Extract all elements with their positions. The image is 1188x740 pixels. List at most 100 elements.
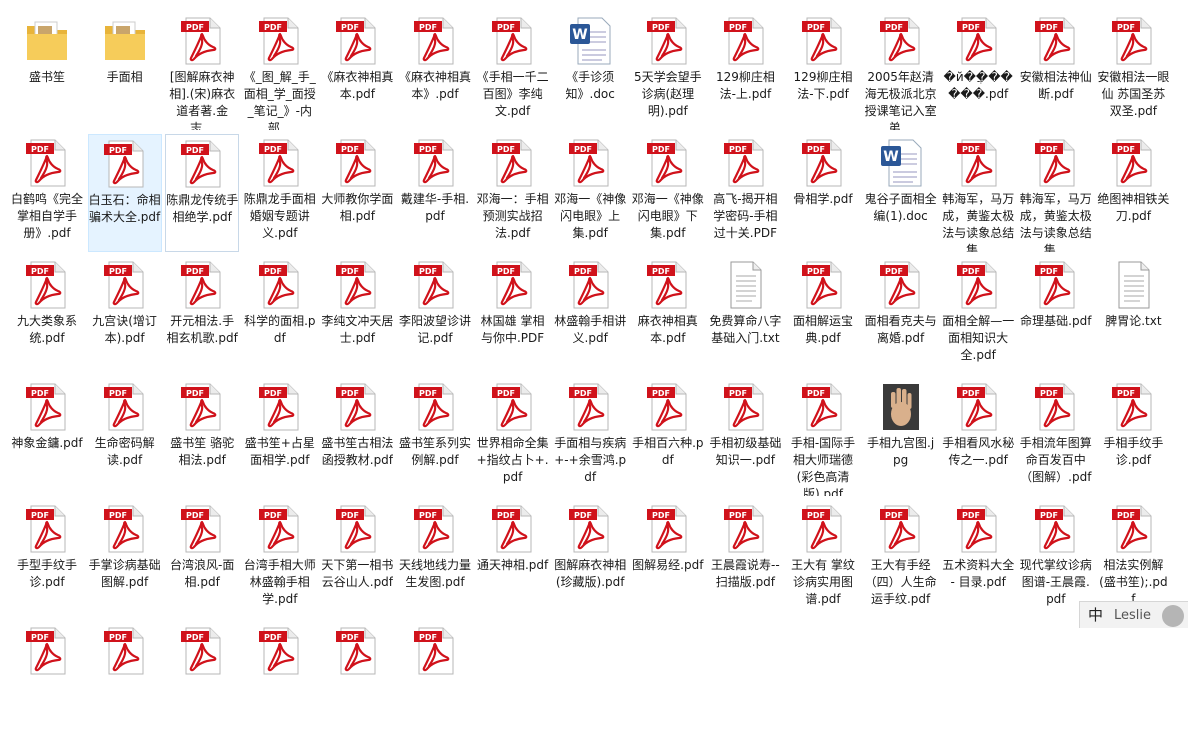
file-item[interactable]: PDF (320, 622, 394, 740)
file-item[interactable]: PDF 邓海一《神像闪电眼》下集.pdf (631, 134, 705, 252)
avatar[interactable] (1162, 605, 1184, 627)
file-item[interactable]: PDF 麻衣神相真本.pdf (631, 256, 705, 374)
file-item[interactable]: PDF (165, 622, 239, 740)
pdf-icon: PDF (258, 138, 302, 188)
file-item[interactable]: PDF 王大有手经（四）人生命运手纹.pdf (864, 500, 938, 618)
file-item[interactable]: 盛书笙 (10, 12, 84, 130)
file-item[interactable]: PDF 盛书笙古相法函授教材.pdf (320, 378, 394, 496)
file-item[interactable]: PDF 韩海军，马万成，黄鉴太极法与读象总结集… (1019, 134, 1093, 252)
file-item[interactable]: PDF 开元相法.手相玄机歌.pdf (165, 256, 239, 374)
file-item[interactable]: W 鬼谷子面相全编(1).doc (864, 134, 938, 252)
file-item[interactable]: PDF 世界相命全集+指纹占卜+.pdf (476, 378, 550, 496)
file-item[interactable]: PDF (398, 622, 472, 740)
file-item[interactable]: PDF 五术资料大全 - 目录.pdf (941, 500, 1015, 618)
file-item[interactable]: PDF 盛书笙+占星面相学.pdf (243, 378, 317, 496)
file-item[interactable]: PDF 韩海军，马万成，黄鉴太极法与读象总结集… (941, 134, 1015, 252)
file-item[interactable]: PDF 台湾手相大师林盛翰手相学.pdf (243, 500, 317, 618)
svg-text:PDF: PDF (807, 145, 825, 154)
file-item[interactable]: PDF 九大类象系统.pdf (10, 256, 84, 374)
pdf-icon: PDF (956, 138, 1000, 188)
file-item[interactable]: PDF 命理基础.pdf (1019, 256, 1093, 374)
file-item[interactable]: PDF 天线地线力量生发图.pdf (398, 500, 472, 618)
hand-image-icon (879, 382, 923, 432)
file-item[interactable]: PDF 手型手纹手诊.pdf (10, 500, 84, 618)
file-item[interactable]: PDF 高飞-揭开相学密码-手相过十关.PDF (708, 134, 782, 252)
file-name-label: 手相百六种.pdf (632, 436, 704, 467)
file-item[interactable]: PDF 王晨霞说寿--扫描版.pdf (708, 500, 782, 618)
file-item[interactable]: PDF 安徽相法一眼仙 苏国圣苏双圣.pdf (1096, 12, 1170, 130)
file-item[interactable]: 免费算命八字基础入门.txt (708, 256, 782, 374)
pdf-icon: PDF (1111, 382, 1155, 432)
file-item[interactable]: PDF 手相看风水秘传之一.pdf (941, 378, 1015, 496)
pdf-icon-svg: PDF (336, 261, 376, 309)
file-item[interactable]: PDF 手面相与疾病+-+余雪鸿.pdf (553, 378, 627, 496)
file-item[interactable]: PDF �й�ֲ������.pdf (941, 12, 1015, 130)
svg-text:PDF: PDF (962, 23, 980, 32)
file-item[interactable]: PDF [图解麻衣神相].(宋)麻衣道者著.金志… (165, 12, 239, 130)
file-item[interactable]: PDF 天下第一相书 云谷山人.pdf (320, 500, 394, 618)
file-name-label: 白玉石：命相骗术大全.pdf (88, 193, 161, 224)
file-item[interactable]: PDF 科学的面相.pdf (243, 256, 317, 374)
file-item[interactable]: PDF 手相百六种.pdf (631, 378, 705, 496)
file-item[interactable]: PDF 绝图神相铁关刀.pdf (1096, 134, 1170, 252)
ime-indicator[interactable]: 中 (1088, 604, 1103, 625)
file-item[interactable]: PDF 李纯文冲天居士.pdf (320, 256, 394, 374)
file-item[interactable]: PDF 陈鼎龙传统手相绝学.pdf (165, 134, 240, 252)
file-name-label: 陈鼎龙传统手相绝学.pdf (166, 193, 239, 224)
pdf-icon-svg: PDF (414, 627, 454, 675)
file-item[interactable]: PDF 面相全解—一面相知识大全.pdf (941, 256, 1015, 374)
file-item[interactable]: PDF 手掌诊病基础图解.pdf (88, 500, 162, 618)
file-item[interactable]: PDF 手相流年图算命百发百中（图解）.pdf (1019, 378, 1093, 496)
file-item[interactable]: PDF 白玉石：命相骗术大全.pdf (87, 134, 162, 252)
file-item[interactable]: PDF 盛书笙系列实例解.pdf (398, 378, 472, 496)
pdf-icon: PDF (801, 504, 845, 554)
file-item[interactable]: PDF 《_图_解_手_面相_学_面授_笔记_》-内部… (243, 12, 317, 130)
file-item[interactable]: PDF 神象金鏞.pdf (10, 378, 84, 496)
file-item[interactable]: PDF 林盛翰手相讲义.pdf (553, 256, 627, 374)
file-item[interactable]: PDF 李阳波望诊讲记.pdf (398, 256, 472, 374)
file-item[interactable]: PDF (88, 622, 162, 740)
file-item[interactable]: PDF 林国雄 掌相与你中.PDF (476, 256, 550, 374)
file-item[interactable]: PDF 《麻衣神相真本.pdf (320, 12, 394, 130)
file-item[interactable]: PDF 白鹤鸣《完全掌相自学手册》.pdf (10, 134, 84, 252)
file-item[interactable]: PDF 面相解运宝典.pdf (786, 256, 860, 374)
file-item[interactable]: 手相九宫图.jpg (864, 378, 938, 496)
file-item[interactable]: PDF 图解易经.pdf (631, 500, 705, 618)
file-item[interactable]: PDF 戴建华-手相.pdf (398, 134, 472, 252)
file-item[interactable]: PDF 手相-国际手相大师瑞德(彩色高清版).pdf (786, 378, 860, 496)
file-item[interactable]: PDF 王大有 掌纹诊病实用图谱.pdf (786, 500, 860, 618)
file-item[interactable]: PDF 大师教你学面相.pdf (320, 134, 394, 252)
file-item[interactable]: PDF 陈鼎龙手面相婚姻专题讲义.pdf (243, 134, 317, 252)
file-item[interactable]: PDF 5天学会望手诊病(赵理明).pdf (631, 12, 705, 130)
file-item[interactable]: PDF 手相手纹手诊.pdf (1096, 378, 1170, 496)
file-item[interactable]: PDF 邓海一《神像闪电眼》上集.pdf (553, 134, 627, 252)
file-item[interactable]: PDF 《麻衣神相真本》.pdf (398, 12, 472, 130)
file-item[interactable]: PDF 生命密码解读.pdf (88, 378, 162, 496)
file-item[interactable]: W 《手诊须知》.doc (553, 12, 627, 130)
file-item[interactable]: PDF 邓海一：手相预测实战招法.pdf (476, 134, 550, 252)
file-name-label: 手面相与疾病+-+余雪鸿.pdf (554, 436, 627, 484)
file-item[interactable]: PDF 129柳庄相法-下.pdf (786, 12, 860, 130)
pdf-icon-svg: PDF (181, 627, 221, 675)
pdf-icon-svg: PDF (336, 627, 376, 675)
file-name-label: 《麻衣神相真本》.pdf (399, 70, 471, 101)
file-item[interactable]: PDF 盛书笙 骆驼相法.pdf (165, 378, 239, 496)
pdf-icon-svg: PDF (879, 261, 920, 309)
svg-text:PDF: PDF (264, 633, 282, 642)
file-item[interactable]: PDF 安徽相法神仙断.pdf (1019, 12, 1093, 130)
file-item[interactable]: PDF 2005年赵清海无极派北京授课笔记入室弟… (864, 12, 938, 130)
file-item[interactable]: 手面相 (88, 12, 162, 130)
file-item[interactable]: PDF (243, 622, 317, 740)
file-item[interactable]: PDF 129柳庄相法-上.pdf (708, 12, 782, 130)
file-item[interactable]: PDF 《手相一千二百图》李纯文.pdf (476, 12, 550, 130)
file-item[interactable]: PDF 图解麻衣神相(珍藏版).pdf (553, 500, 627, 618)
file-item[interactable]: PDF 面相看克夫与离婚.pdf (864, 256, 938, 374)
file-item[interactable]: PDF 九宫诀(增订本).pdf (88, 256, 162, 374)
file-item[interactable]: PDF 通天神相.pdf (476, 500, 550, 618)
file-item[interactable]: PDF 手相初级基础知识一.pdf (708, 378, 782, 496)
file-item[interactable]: 脾胃论.txt (1096, 256, 1170, 374)
file-item[interactable]: PDF 骨相学.pdf (786, 134, 860, 252)
file-item[interactable]: PDF (10, 622, 84, 740)
file-name-label: 盛书笙 (28, 70, 65, 84)
file-item[interactable]: PDF 台湾浪风-面相.pdf (165, 500, 239, 618)
